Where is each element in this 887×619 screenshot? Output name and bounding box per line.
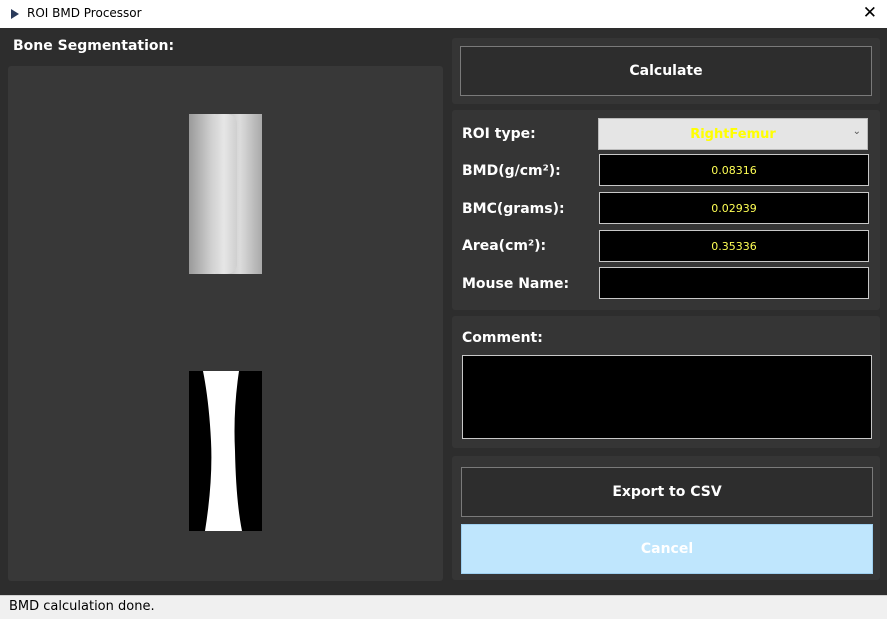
bmc-label: BMC(grams): (462, 201, 565, 217)
comment-textarea[interactable] (462, 355, 872, 439)
mouse-name-label: Mouse Name: (462, 276, 570, 292)
calculate-button[interactable]: Calculate (460, 46, 872, 96)
status-bar: BMD calculation done. (0, 595, 887, 619)
export-csv-button[interactable]: Export to CSV (461, 467, 873, 517)
bmd-label: BMD(g/cm²): (462, 163, 561, 179)
chevron-down-icon: ⌄ (852, 126, 861, 137)
area-field[interactable]: 0.35336 (599, 230, 869, 262)
bone-segmentation-label: Bone Segmentation: (13, 38, 175, 54)
comment-group: Comment: (452, 316, 880, 448)
roi-type-select[interactable]: RightFemur ⌄ (598, 118, 868, 150)
segmentation-mask-image (189, 371, 262, 531)
title-bar: ROI BMD Processor ✕ (0, 0, 887, 28)
roi-type-label: ROI type: (462, 126, 536, 142)
bmc-field[interactable]: 0.02939 (599, 192, 869, 224)
results-group: ROI type: RightFemur ⌄ BMD(g/cm²): 0.083… (452, 110, 880, 310)
segmentation-panel (8, 66, 443, 581)
mouse-name-input[interactable] (599, 267, 869, 299)
area-label: Area(cm²): (462, 238, 547, 254)
comment-label: Comment: (462, 330, 543, 346)
actions-group: Export to CSV Cancel (452, 456, 880, 580)
calculate-group: Calculate (452, 38, 880, 104)
status-text: BMD calculation done. (9, 599, 155, 614)
bmd-field[interactable]: 0.08316 (599, 154, 869, 186)
app-icon (11, 9, 19, 19)
window-title: ROI BMD Processor (27, 6, 142, 20)
close-icon[interactable]: ✕ (863, 3, 877, 23)
xray-image (189, 114, 262, 274)
roi-type-value: RightFemur (690, 126, 776, 142)
cancel-button[interactable]: Cancel (461, 524, 873, 574)
